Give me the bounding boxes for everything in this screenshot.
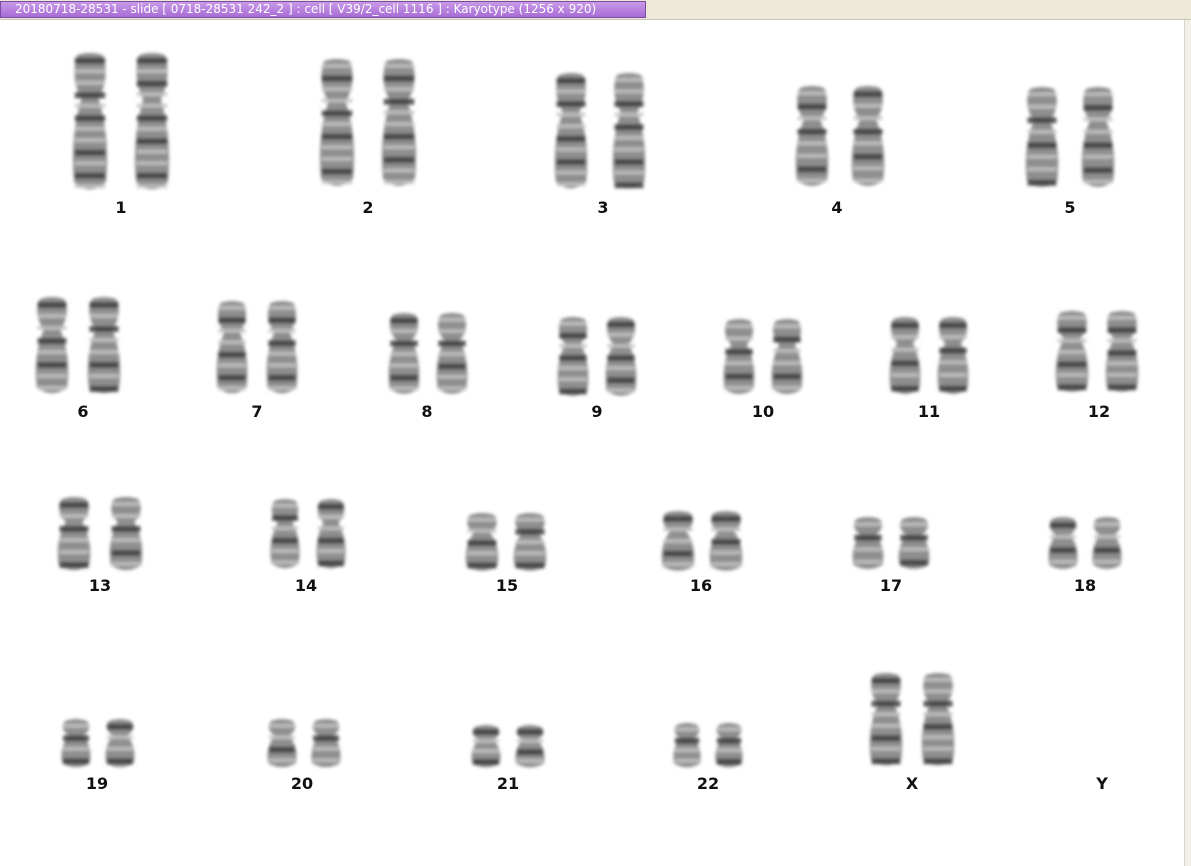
- chromosome-pair-20[interactable]: [265, 718, 343, 770]
- chromosome-label-17: 17: [879, 576, 903, 595]
- chromosome-pair-3[interactable]: [552, 72, 648, 194]
- karyotype-canvas[interactable]: 1 2 3 4 5 6 7 8 9 10 11 12 13 14 15 16 17 18 19 20 21 22 X Y: [0, 20, 1184, 866]
- title-bar: 20180718-28531 - slide [ 0718-28531 242_…: [0, 0, 1191, 20]
- chromosome-label-20: 20: [290, 774, 314, 793]
- chromosome-pair-image: [673, 723, 743, 768]
- chromosome-pair-19[interactable]: [59, 718, 137, 770]
- chromosome-pair-9[interactable]: [555, 316, 639, 400]
- chromosome-label-18: 18: [1073, 576, 1097, 595]
- chromosome-pair-image: [61, 719, 135, 768]
- chromosome-pair-11[interactable]: [887, 316, 971, 398]
- chromosome-pair-image: [267, 719, 341, 768]
- chromosome-label-4: 4: [831, 198, 843, 217]
- chromosome-label-21: 21: [496, 774, 520, 793]
- chromosome-pair-image: [869, 673, 955, 766]
- chromosome-label-8: 8: [421, 402, 433, 421]
- chromosome-pair-image: [795, 86, 885, 186]
- chromosome-pair-21[interactable]: [469, 724, 547, 770]
- chromosome-pair-image: [72, 53, 170, 190]
- chromosome-pair-image: [388, 313, 468, 394]
- chromosome-pair-image: [852, 517, 930, 569]
- window-title[interactable]: 20180718-28531 - slide [ 0718-28531 242_…: [0, 1, 646, 18]
- chromosome-pair-2[interactable]: [317, 58, 419, 192]
- chromosome-pair-13[interactable]: [55, 496, 145, 574]
- chromosome-pair-image: [1048, 517, 1122, 569]
- chromosome-pair-image: [270, 499, 346, 569]
- chromosome-pair-image: [35, 297, 121, 394]
- chromosome-pair-15[interactable]: [463, 512, 549, 574]
- chromosome-pair-image: [723, 319, 803, 395]
- chromosome-label-2: 2: [362, 198, 374, 217]
- chromosome-label-12: 12: [1087, 402, 1111, 421]
- chromosome-label-3: 3: [597, 198, 609, 217]
- vertical-scrollbar[interactable]: [1184, 20, 1191, 866]
- chromosome-pair-image: [465, 513, 547, 571]
- chromosome-pair-1[interactable]: [70, 52, 172, 196]
- chromosome-label-14: 14: [294, 576, 318, 595]
- chromosome-pair-7[interactable]: [214, 300, 300, 398]
- chromosome-label-6: 6: [77, 402, 89, 421]
- chromosome-label-19: 19: [85, 774, 109, 793]
- chromosome-pair-image: [557, 317, 637, 396]
- chromosome-pair-5[interactable]: [1023, 86, 1117, 192]
- chromosome-label-7: 7: [251, 402, 263, 421]
- chromosome-pair-8[interactable]: [386, 312, 470, 398]
- chromosome-label-9: 9: [591, 402, 603, 421]
- chromosome-pair-18[interactable]: [1046, 516, 1124, 572]
- chromosome-label-15: 15: [495, 576, 519, 595]
- chromosome-pair-image: [216, 301, 298, 394]
- chromosome-pair-image: [1055, 311, 1139, 392]
- chromosome-pair-image: [57, 497, 143, 571]
- chromosome-pair-6[interactable]: [33, 296, 123, 398]
- chromosome-pair-image: [471, 725, 545, 768]
- chromosome-pair-image: [889, 317, 969, 394]
- chromosome-pair-image: [1025, 87, 1115, 187]
- chromosome-pair-22[interactable]: [671, 722, 745, 770]
- chromosome-label-13: 13: [88, 576, 112, 595]
- chromosome-label-X: X: [905, 774, 919, 793]
- chromosome-pair-X[interactable]: [867, 672, 957, 770]
- chromosome-pair-4[interactable]: [793, 85, 887, 191]
- chromosome-pair-image: [661, 511, 743, 571]
- chromosome-label-22: 22: [696, 774, 720, 793]
- chromosome-label-5: 5: [1064, 198, 1076, 217]
- chromosome-label-16: 16: [689, 576, 713, 595]
- chromosome-label-Y: Y: [1096, 774, 1108, 793]
- chromosome-pair-12[interactable]: [1053, 310, 1141, 396]
- chromosome-label-1: 1: [115, 198, 127, 217]
- chromosome-pair-17[interactable]: [850, 516, 932, 572]
- chromosome-pair-image: [319, 59, 417, 186]
- chromosome-pair-16[interactable]: [659, 510, 745, 574]
- chromosome-pair-image: [554, 73, 646, 189]
- chromosome-label-10: 10: [751, 402, 775, 421]
- chromosome-pair-14[interactable]: [268, 498, 348, 572]
- chromosome-label-11: 11: [917, 402, 941, 421]
- chromosome-pair-10[interactable]: [721, 318, 805, 398]
